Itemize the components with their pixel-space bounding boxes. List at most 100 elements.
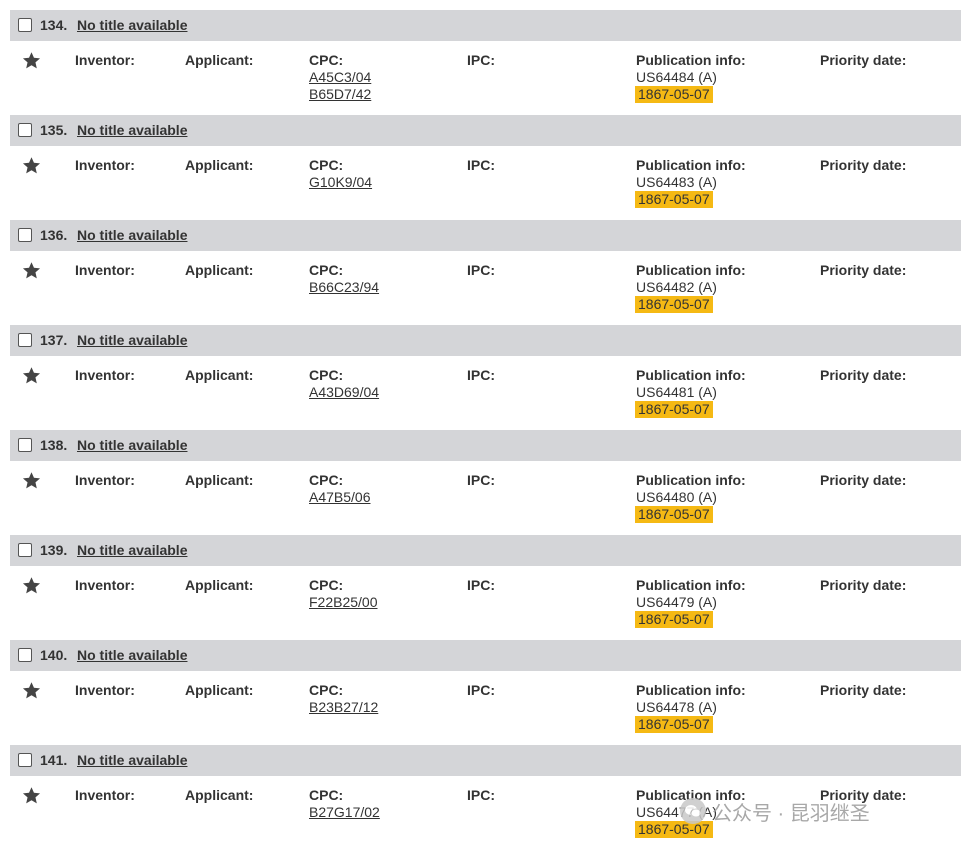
select-checkbox[interactable] xyxy=(18,753,32,767)
record-body: Inventor: Applicant: CPC: A43D69/04 IPC: Publ… xyxy=(10,356,961,430)
cpc-code-link[interactable]: B23B27/12 xyxy=(309,699,378,716)
record-title-link[interactable]: No title available xyxy=(77,332,187,348)
record-number: 138. xyxy=(40,437,68,453)
cpc-label: CPC: xyxy=(309,577,344,593)
cpc-label: CPC: xyxy=(309,682,344,698)
result-record: 135. No title available Inventor: Applicant… xyxy=(10,115,961,220)
record-number: 140. xyxy=(40,647,68,663)
wechat-icon xyxy=(680,798,706,824)
priority-date-label: Priority date: xyxy=(820,367,907,383)
ipc-label: IPC: xyxy=(467,472,495,488)
publication-date: 1867-05-07 xyxy=(635,611,713,628)
select-checkbox[interactable] xyxy=(18,18,32,32)
cpc-label: CPC: xyxy=(309,787,344,803)
cpc-code-link[interactable]: B27G17/02 xyxy=(309,804,380,821)
publication-number: US64483 (A) xyxy=(636,174,717,190)
inventor-label: Inventor: xyxy=(75,157,135,173)
select-checkbox[interactable] xyxy=(18,543,32,557)
result-record: 137. No title available Inventor: Applicant… xyxy=(10,325,961,430)
record-header: 139. No title available xyxy=(10,535,961,566)
record-title-link[interactable]: No title available xyxy=(77,17,187,33)
inventor-label: Inventor: xyxy=(75,52,135,68)
result-record: 138. No title available Inventor: Applicant… xyxy=(10,430,961,535)
publication-date: 1867-05-07 xyxy=(635,86,713,103)
publication-label: Publication info: xyxy=(636,367,746,383)
applicant-label: Applicant: xyxy=(185,262,254,278)
publication-date: 1867-05-07 xyxy=(635,716,713,733)
cpc-code-link[interactable]: A43D69/04 xyxy=(309,384,379,401)
select-checkbox[interactable] xyxy=(18,228,32,242)
cpc-label: CPC: xyxy=(309,367,344,383)
record-title-link[interactable]: No title available xyxy=(77,437,187,453)
inventor-label: Inventor: xyxy=(75,577,135,593)
star-icon[interactable] xyxy=(22,786,41,805)
record-title-link[interactable]: No title available xyxy=(77,227,187,243)
inventor-label: Inventor: xyxy=(75,682,135,698)
result-record: 140. No title available Inventor: Applicant… xyxy=(10,640,961,745)
record-title-link[interactable]: No title available xyxy=(77,752,187,768)
select-checkbox[interactable] xyxy=(18,123,32,137)
ipc-label: IPC: xyxy=(467,262,495,278)
publication-number: US64480 (A) xyxy=(636,489,717,505)
ipc-label: IPC: xyxy=(467,682,495,698)
record-body: Inventor: Applicant: CPC: F22B25/00 IPC: Publ… xyxy=(10,566,961,640)
result-record: 134. No title available Inventor: Applicant… xyxy=(10,10,961,115)
cpc-label: CPC: xyxy=(309,157,344,173)
publication-label: Publication info: xyxy=(636,262,746,278)
star-icon[interactable] xyxy=(22,576,41,595)
cpc-label: CPC: xyxy=(309,262,344,278)
ipc-label: IPC: xyxy=(467,52,495,68)
watermark-text: 公众号 · 昆羽继圣 xyxy=(712,802,870,825)
record-number: 139. xyxy=(40,542,68,558)
record-header: 137. No title available xyxy=(10,325,961,356)
star-icon[interactable] xyxy=(22,51,41,70)
record-number: 134. xyxy=(40,17,68,33)
publication-label: Publication info: xyxy=(636,682,746,698)
record-body: Inventor: Applicant: CPC: A47B5/06 IPC: Publi… xyxy=(10,461,961,535)
cpc-code-link[interactable]: A47B5/06 xyxy=(309,489,371,506)
star-icon[interactable] xyxy=(22,366,41,385)
publication-label: Publication info: xyxy=(636,577,746,593)
cpc-code-link[interactable]: B66C23/94 xyxy=(309,279,379,296)
select-checkbox[interactable] xyxy=(18,438,32,452)
applicant-label: Applicant: xyxy=(185,577,254,593)
star-icon[interactable] xyxy=(22,681,41,700)
priority-date-label: Priority date: xyxy=(820,262,907,278)
publication-number: US64481 (A) xyxy=(636,384,717,400)
record-header: 134. No title available xyxy=(10,10,961,41)
record-header: 141. No title available xyxy=(10,745,961,776)
star-icon[interactable] xyxy=(22,471,41,490)
priority-date-label: Priority date: xyxy=(820,577,907,593)
cpc-code-link[interactable]: G10K9/04 xyxy=(309,174,372,191)
record-body: Inventor: Applicant: CPC: B66C23/94 IPC: Publ… xyxy=(10,251,961,325)
priority-date-label: Priority date: xyxy=(820,472,907,488)
cpc-code-link[interactable]: F22B25/00 xyxy=(309,594,378,611)
record-header: 135. No title available xyxy=(10,115,961,146)
publication-label: Publication info: xyxy=(636,472,746,488)
record-body: Inventor: Applicant: CPC: A45C3/04 B65D7/42 I… xyxy=(10,41,961,115)
ipc-label: IPC: xyxy=(467,787,495,803)
publication-label: Publication info: xyxy=(636,157,746,173)
record-header: 138. No title available xyxy=(10,430,961,461)
cpc-code-link[interactable]: B65D7/42 xyxy=(309,86,371,103)
applicant-label: Applicant: xyxy=(185,472,254,488)
star-icon[interactable] xyxy=(22,156,41,175)
publication-label: Publication info: xyxy=(636,52,746,68)
record-title-link[interactable]: No title available xyxy=(77,122,187,138)
publication-number: US64478 (A) xyxy=(636,699,717,715)
result-record: 139. No title available Inventor: Applicant… xyxy=(10,535,961,640)
publication-date: 1867-05-07 xyxy=(635,506,713,523)
cpc-code-link[interactable]: A45C3/04 xyxy=(309,69,371,86)
priority-date-label: Priority date: xyxy=(820,52,907,68)
select-checkbox[interactable] xyxy=(18,648,32,662)
ipc-label: IPC: xyxy=(467,367,495,383)
select-checkbox[interactable] xyxy=(18,333,32,347)
record-title-link[interactable]: No title available xyxy=(77,542,187,558)
inventor-label: Inventor: xyxy=(75,262,135,278)
star-icon[interactable] xyxy=(22,261,41,280)
record-title-link[interactable]: No title available xyxy=(77,647,187,663)
applicant-label: Applicant: xyxy=(185,682,254,698)
record-body: Inventor: Applicant: CPC: G10K9/04 IPC: Publi… xyxy=(10,146,961,220)
record-number: 137. xyxy=(40,332,68,348)
results-list: 134. No title available Inventor: Applicant… xyxy=(10,10,961,850)
